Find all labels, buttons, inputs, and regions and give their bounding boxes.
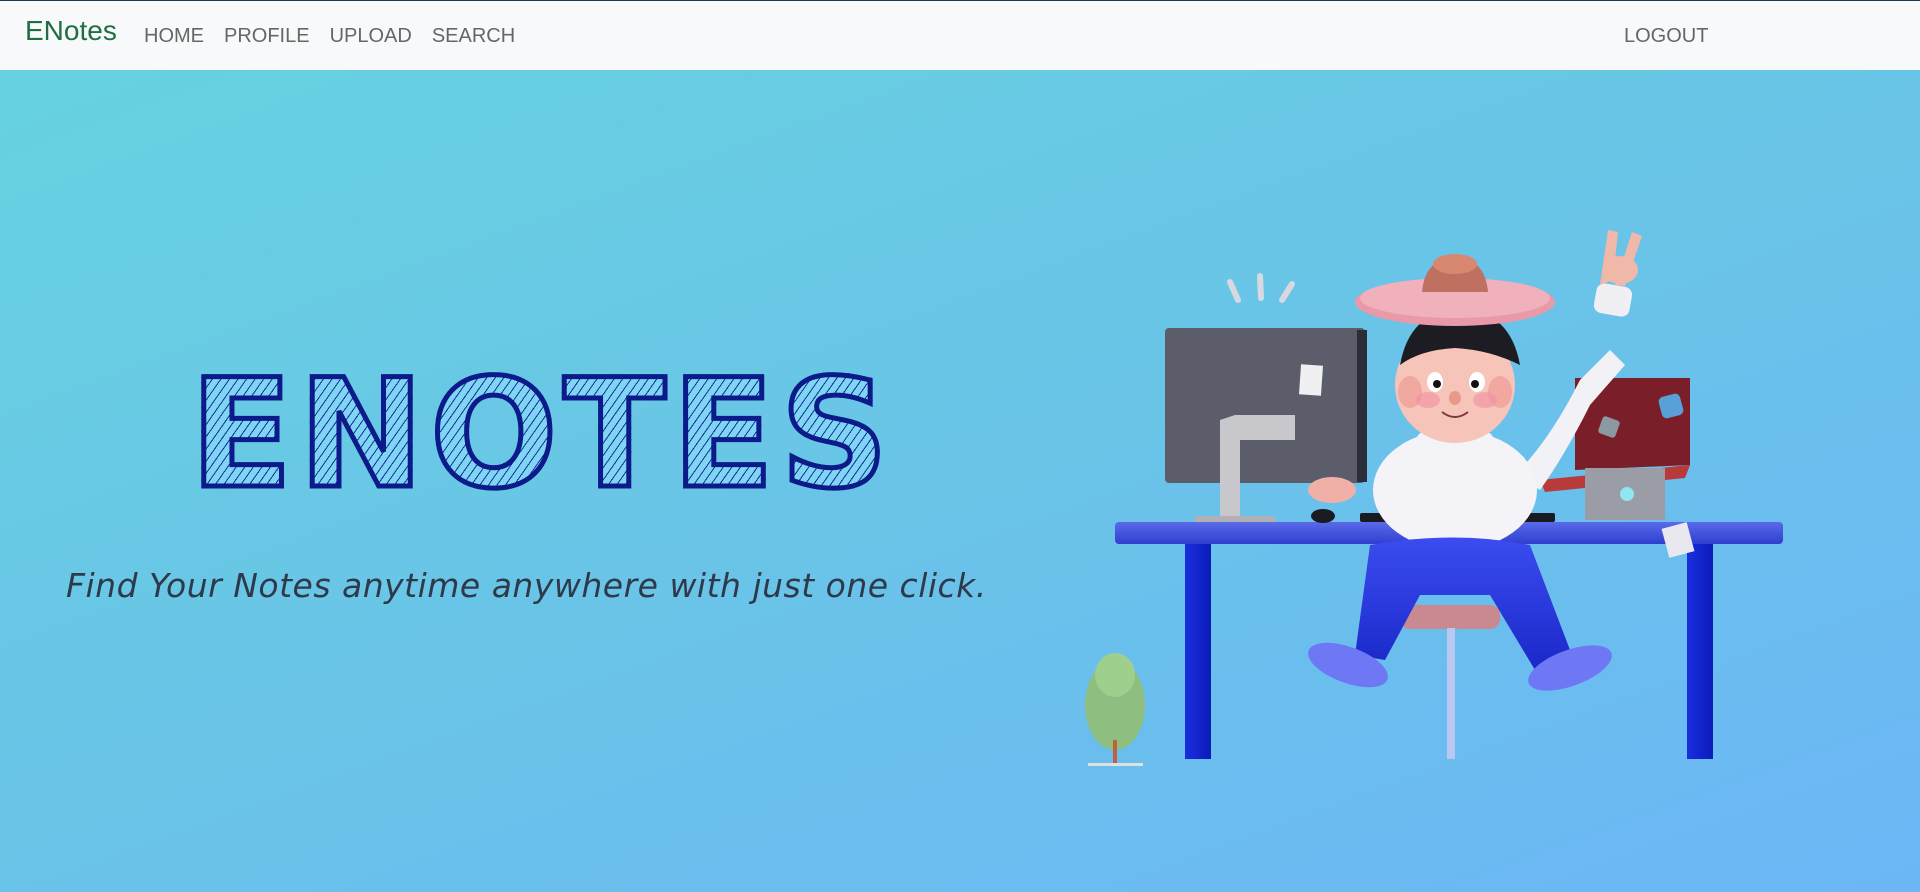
hero-tagline: Find Your Notes anytime anywhere with ju… [66, 566, 987, 605]
nav-link-upload[interactable]: UPLOAD [330, 25, 412, 48]
nav-link-home[interactable]: HOME [144, 25, 204, 48]
brand-logo-link[interactable]: ENotes [25, 15, 117, 47]
hero-title: ENOTES [187, 348, 895, 522]
excitement-marks-icon [1227, 273, 1295, 303]
logout-link[interactable]: LOGOUT [1624, 25, 1708, 48]
nav-links: HOME PROFILE UPLOAD SEARCH [144, 25, 515, 48]
chair-icon [1400, 605, 1500, 759]
navbar: ENotes HOME PROFILE UPLOAD SEARCH LOGOUT [0, 0, 1920, 70]
person-at-desk-illustration [1085, 230, 1783, 766]
nav-link-search[interactable]: SEARCH [432, 25, 515, 48]
plant-icon [1085, 653, 1145, 766]
mouse-icon [1311, 509, 1335, 523]
nav-link-profile[interactable]: PROFILE [224, 25, 310, 48]
